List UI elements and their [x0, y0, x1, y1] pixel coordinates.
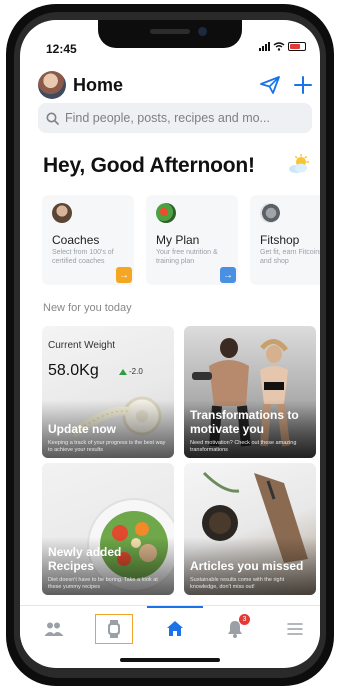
plan-image [156, 203, 176, 223]
notification-badge: 3 [239, 614, 250, 625]
notch [98, 20, 242, 48]
quick-card-label: Coaches [52, 233, 100, 247]
status-icons [259, 42, 306, 51]
watch-icon [108, 619, 120, 638]
weight-delta: -2.0 [119, 367, 143, 376]
shop-image [260, 203, 280, 223]
search-bar[interactable] [38, 103, 312, 133]
coach-avatar [52, 203, 72, 223]
section-title: New for you today [43, 302, 132, 314]
quick-card-description: Get fit, earn Fitcoins and shop [260, 249, 320, 265]
sun-cloud-icon [289, 154, 310, 173]
quick-card-description: Select from 100's of certified coaches [52, 249, 114, 265]
tile-title: Articles you missed [190, 559, 304, 573]
speaker [150, 29, 190, 34]
page-title: Home [73, 74, 124, 95]
quick-actions: Coaches Select from 100's of certified c… [42, 195, 320, 285]
transformations-tile[interactable]: Transformations to motivate you Need mot… [184, 326, 316, 458]
tab-home[interactable] [145, 606, 205, 651]
app-screen: 12:45 Home Hey, Good [20, 20, 320, 668]
weight-value: 58.0Kg [48, 362, 99, 379]
signal-icon [259, 42, 270, 51]
tab-watch[interactable] [84, 606, 144, 651]
tile-description: Need motivation? Check out these amazing… [190, 440, 297, 453]
tab-menu[interactable] [265, 606, 320, 651]
search-icon [46, 112, 59, 125]
home-indicator[interactable] [120, 658, 220, 662]
tab-bar: 3 [20, 605, 320, 650]
weight-tile[interactable]: Current Weight 58.0Kg -2.0 Update now Ke… [42, 326, 174, 458]
quick-card-fitshop[interactable]: Fitshop Get fit, earn Fitcoins and shop [250, 195, 320, 285]
header-actions [260, 76, 312, 94]
status-time: 12:45 [46, 42, 77, 56]
add-icon[interactable] [294, 76, 312, 94]
app-header: Home [38, 70, 312, 100]
watch-tab-frame [95, 613, 133, 644]
up-triangle-icon [119, 368, 127, 375]
wifi-icon [273, 42, 285, 51]
recipes-tile[interactable]: Newly added Recipes Diet doesn't have to… [42, 463, 174, 595]
articles-tile[interactable]: Articles you missed Sustainable results … [184, 463, 316, 595]
tile-title: Newly added Recipes [48, 545, 122, 573]
menu-icon [287, 622, 303, 635]
send-icon[interactable] [260, 76, 280, 94]
tile-description: Sustainable results come with the right … [190, 577, 285, 590]
quick-card-label: My Plan [156, 233, 200, 247]
arrow-right-icon[interactable]: → [220, 267, 236, 283]
search-input[interactable] [65, 111, 305, 125]
battery-icon [288, 42, 306, 51]
arrow-right-icon[interactable]: → [116, 267, 132, 283]
weight-delta-value: -2.0 [129, 367, 143, 376]
greeting-heading: Hey, Good Afternoon! [43, 154, 255, 177]
quick-card-my-plan[interactable]: My Plan Your free nutrition & training p… [146, 195, 238, 285]
avatar[interactable] [38, 71, 66, 99]
camera [198, 27, 207, 36]
quick-card-description: Your free nutrition & training plan [156, 249, 218, 265]
weight-label: Current Weight [48, 340, 116, 351]
tab-notifications[interactable]: 3 [205, 606, 265, 651]
people-icon [44, 622, 64, 636]
quick-card-label: Fitshop [260, 233, 300, 247]
tile-description: Diet doesn't have to be boring. Take a l… [48, 577, 158, 590]
tile-description: Keeping a track of your progress is the … [48, 440, 166, 453]
tab-people[interactable] [24, 606, 84, 651]
tile-title: Transformations to motivate you [190, 408, 299, 436]
tile-title: Update now [48, 422, 116, 436]
quick-card-coaches[interactable]: Coaches Select from 100's of certified c… [42, 195, 134, 285]
home-icon [167, 621, 183, 636]
